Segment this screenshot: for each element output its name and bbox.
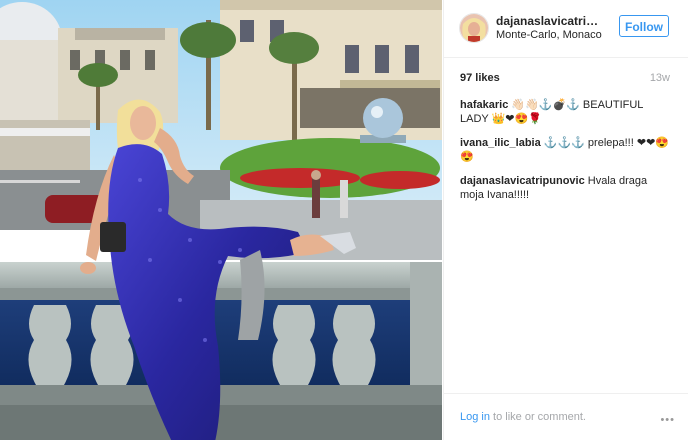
post-location[interactable]: Monte-Carlo, Monaco	[496, 29, 602, 41]
post-details-panel: dajanaslavicatripunovic Monte-Carlo, Mon…	[443, 0, 688, 440]
comment-username[interactable]: dajanaslavicatripunovic	[460, 175, 585, 187]
post-header: dajanaslavicatripunovic Monte-Carlo, Mon…	[444, 0, 688, 58]
login-prompt-text: to like or comment.	[489, 411, 586, 423]
post-image	[0, 0, 442, 440]
login-prompt: Log in to like or comment.	[460, 411, 586, 423]
post-username[interactable]: dajanaslavicatripunovic	[496, 14, 604, 28]
comments-list: hafakaric 👋🏻👋🏻⚓💣⚓ BEAUTIFUL LADY 👑❤😍🌹 iv…	[460, 98, 672, 212]
comment-item: hafakaric 👋🏻👋🏻⚓💣⚓ BEAUTIFUL LADY 👑❤😍🌹	[460, 98, 672, 126]
post-photo[interactable]	[0, 0, 442, 440]
more-options-icon[interactable]: •••	[660, 414, 675, 426]
follow-button[interactable]: Follow	[619, 15, 669, 37]
post-footer: Log in to like or comment. •••	[444, 393, 688, 440]
comment-username[interactable]: hafakaric	[460, 99, 508, 111]
login-link[interactable]: Log in	[460, 411, 490, 423]
likes-count[interactable]: 97 likes	[460, 72, 500, 84]
avatar[interactable]	[459, 13, 489, 43]
comment-item: dajanaslavicatripunovic Hvala draga moja…	[460, 174, 672, 202]
comment-username[interactable]: ivana_ilic_labia	[460, 137, 541, 149]
post-time[interactable]: 13w	[650, 72, 670, 84]
comment-item: ivana_ilic_labia ⚓⚓⚓ prelepa!!! ❤❤😍😍	[460, 136, 672, 164]
